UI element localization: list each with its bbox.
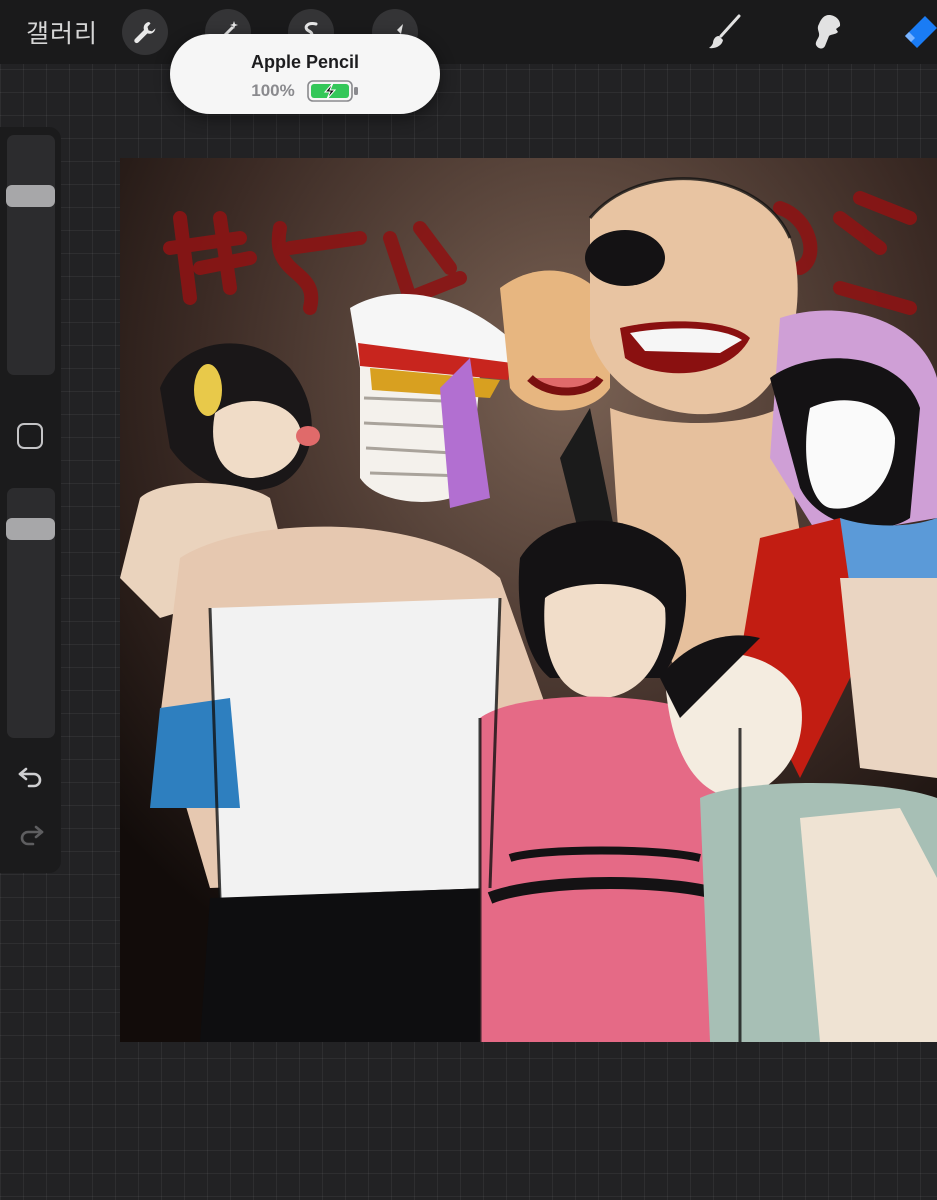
- brush-opacity-slider[interactable]: [6, 488, 55, 738]
- gallery-button[interactable]: 갤러리: [26, 14, 98, 50]
- eraser-icon: [905, 16, 937, 48]
- brush-tool[interactable]: [703, 10, 747, 54]
- square-icon[interactable]: [17, 423, 43, 449]
- artwork-image: [120, 158, 937, 1042]
- battery-charging-icon: [306, 80, 358, 102]
- smudge-tool[interactable]: [805, 10, 849, 54]
- redo-button[interactable]: [14, 817, 48, 851]
- brush-size-thumb[interactable]: [6, 185, 55, 207]
- brush-opacity-thumb[interactable]: [6, 518, 55, 540]
- undo-icon: [18, 767, 42, 788]
- brush-size-slider[interactable]: [6, 135, 55, 375]
- top-toolbar: 갤러리: [0, 0, 937, 64]
- wrench-icon: [134, 22, 156, 44]
- undo-button[interactable]: [14, 759, 48, 793]
- smudge-icon: [815, 15, 841, 49]
- actions-button[interactable]: [122, 9, 168, 55]
- battery-row: 100%: [170, 80, 440, 102]
- pencil-battery-popup: Apple Pencil 100%: [170, 34, 440, 114]
- popup-title: Apple Pencil: [250, 52, 360, 72]
- redo-icon: [20, 825, 44, 846]
- brush-icon: [709, 14, 741, 49]
- drawing-canvas[interactable]: [120, 158, 937, 1042]
- battery-percent: 100%: [251, 81, 295, 100]
- eraser-tool[interactable]: [897, 10, 937, 54]
- left-sidebar: [0, 127, 61, 873]
